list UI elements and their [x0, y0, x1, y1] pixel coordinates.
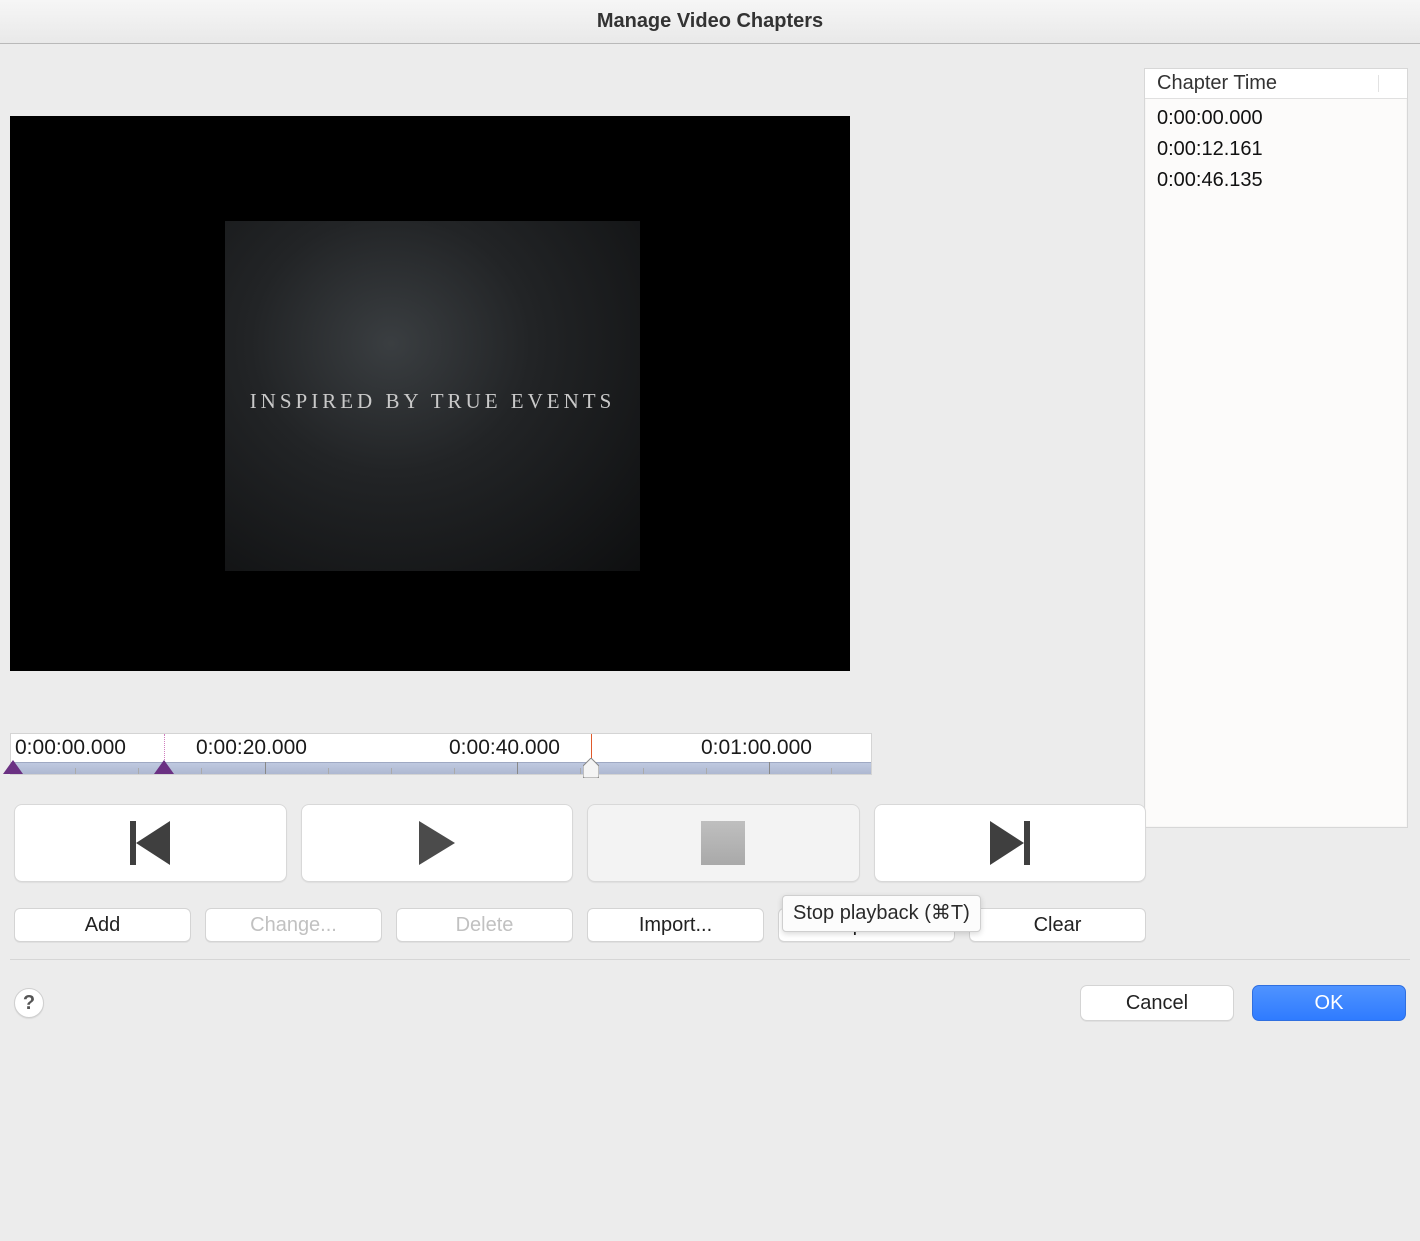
timeline-tick-label: 0:01:00.000: [701, 736, 812, 760]
change-button[interactable]: Change...: [205, 908, 382, 942]
clear-button[interactable]: Clear: [969, 908, 1146, 942]
chapter-list-header[interactable]: Chapter Time: [1145, 69, 1407, 99]
chapter-row[interactable]: 0:00:12.161: [1157, 134, 1395, 165]
play-icon: [419, 821, 455, 865]
timeline-tick-minor: [706, 768, 707, 774]
skip-back-icon: [130, 821, 170, 865]
ok-button[interactable]: OK: [1252, 985, 1406, 1021]
chapter-list[interactable]: 0:00:00.000 0:00:12.161 0:00:46.135: [1145, 99, 1407, 204]
stop-icon: [701, 821, 745, 865]
timeline-tick-minor: [831, 768, 832, 774]
separator: [10, 959, 1410, 960]
chapter-list-panel: Chapter Time 0:00:00.000 0:00:12.161 0:0…: [1144, 68, 1408, 828]
timeline-tick-minor: [201, 768, 202, 774]
timeline-tick: [265, 762, 266, 774]
timeline-scrubber[interactable]: [583, 758, 599, 778]
timeline-track[interactable]: [11, 762, 871, 774]
content-area: INSPIRED BY TRUE EVENTS Chapter Time 0:0…: [0, 44, 1420, 1241]
timeline-tick: [769, 762, 770, 774]
timeline-tick-minor: [138, 768, 139, 774]
next-chapter-button[interactable]: [874, 804, 1147, 882]
stop-button[interactable]: [587, 804, 860, 882]
import-button[interactable]: Import...: [587, 908, 764, 942]
timeline-tick-label: 0:00:40.000: [449, 736, 560, 760]
timeline-tick-minor: [391, 768, 392, 774]
timeline[interactable]: 0:00:00.000 0:00:20.000 0:00:40.000 0:01…: [10, 733, 872, 775]
help-button[interactable]: ?: [14, 988, 44, 1018]
prev-chapter-button[interactable]: [14, 804, 287, 882]
play-button[interactable]: [301, 804, 574, 882]
window-titlebar: Manage Video Chapters: [0, 0, 1420, 44]
timeline-tick-label: 0:00:20.000: [196, 736, 307, 760]
chapter-marker-icon[interactable]: [3, 760, 23, 774]
chapter-row[interactable]: 0:00:46.135: [1157, 165, 1395, 196]
video-frame: INSPIRED BY TRUE EVENTS: [225, 221, 640, 571]
chapter-marker-icon[interactable]: [154, 760, 174, 774]
chapter-list-header-label: Chapter Time: [1157, 72, 1277, 95]
timeline-tick-minor: [75, 768, 76, 774]
timeline-tick-minor: [643, 768, 644, 774]
window-title: Manage Video Chapters: [597, 10, 823, 33]
delete-button[interactable]: Delete: [396, 908, 573, 942]
timeline-tick-minor: [454, 768, 455, 774]
timeline-tick-minor: [328, 768, 329, 774]
chapter-row[interactable]: 0:00:00.000: [1157, 103, 1395, 134]
video-preview[interactable]: INSPIRED BY TRUE EVENTS: [10, 116, 850, 671]
tooltip: Stop playback (⌘T): [782, 895, 981, 932]
timeline-tick-label: 0:00:00.000: [15, 736, 126, 760]
timeline-tick-minor: [580, 768, 581, 774]
skip-forward-icon: [990, 821, 1030, 865]
add-button[interactable]: Add: [14, 908, 191, 942]
dialog-footer: ? Cancel OK: [14, 982, 1406, 1024]
transport-controls: [14, 804, 1146, 882]
timeline-tick: [517, 762, 518, 774]
video-overlay-text: INSPIRED BY TRUE EVENTS: [225, 389, 640, 414]
cancel-button[interactable]: Cancel: [1080, 985, 1234, 1021]
